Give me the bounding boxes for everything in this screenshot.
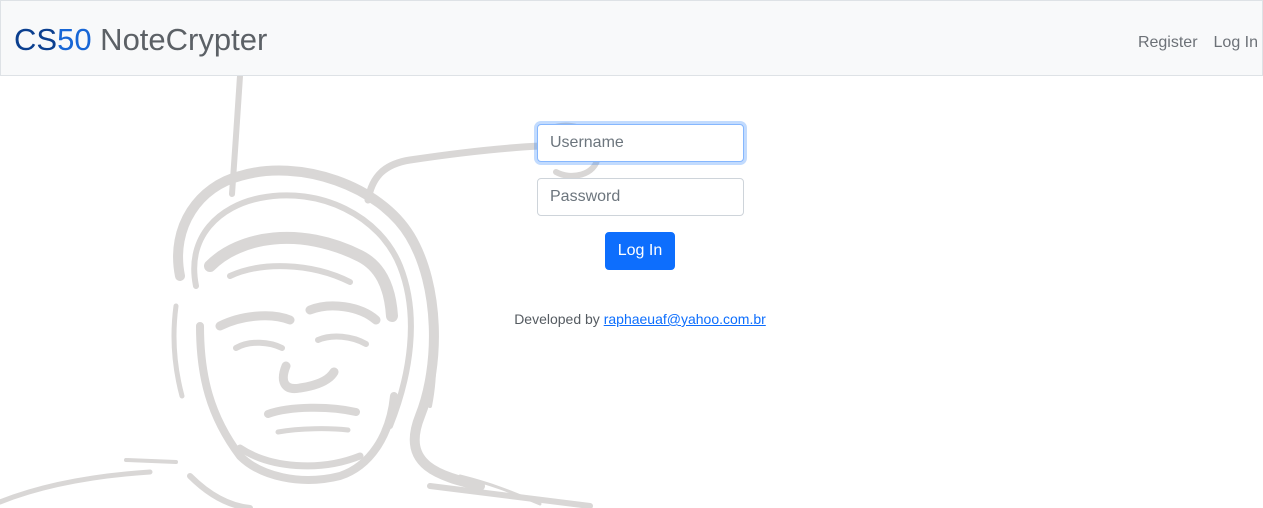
register-link[interactable]: Register xyxy=(1138,33,1198,53)
footer-prefix-text: Developed by xyxy=(514,311,604,327)
password-input[interactable] xyxy=(537,178,744,216)
developer-email-link[interactable]: raphaeuaf@yahoo.com.br xyxy=(604,311,766,327)
username-input[interactable] xyxy=(537,124,744,162)
login-submit-button[interactable]: Log In xyxy=(605,232,675,270)
brand-cs: CS xyxy=(14,22,58,57)
footer-credit: Developed by raphaeuaf@yahoo.com.br xyxy=(0,310,1263,328)
login-nav-link[interactable]: Log In xyxy=(1214,33,1258,53)
nav-links: Register Log In xyxy=(1138,33,1258,53)
brand-50: 50 xyxy=(57,22,92,57)
top-navbar: CS50 NoteCrypter Register Log In xyxy=(0,0,1263,76)
brand-logo-link[interactable]: CS50 NoteCrypter xyxy=(14,22,267,58)
brand-notecrypter: NoteCrypter xyxy=(91,22,268,57)
